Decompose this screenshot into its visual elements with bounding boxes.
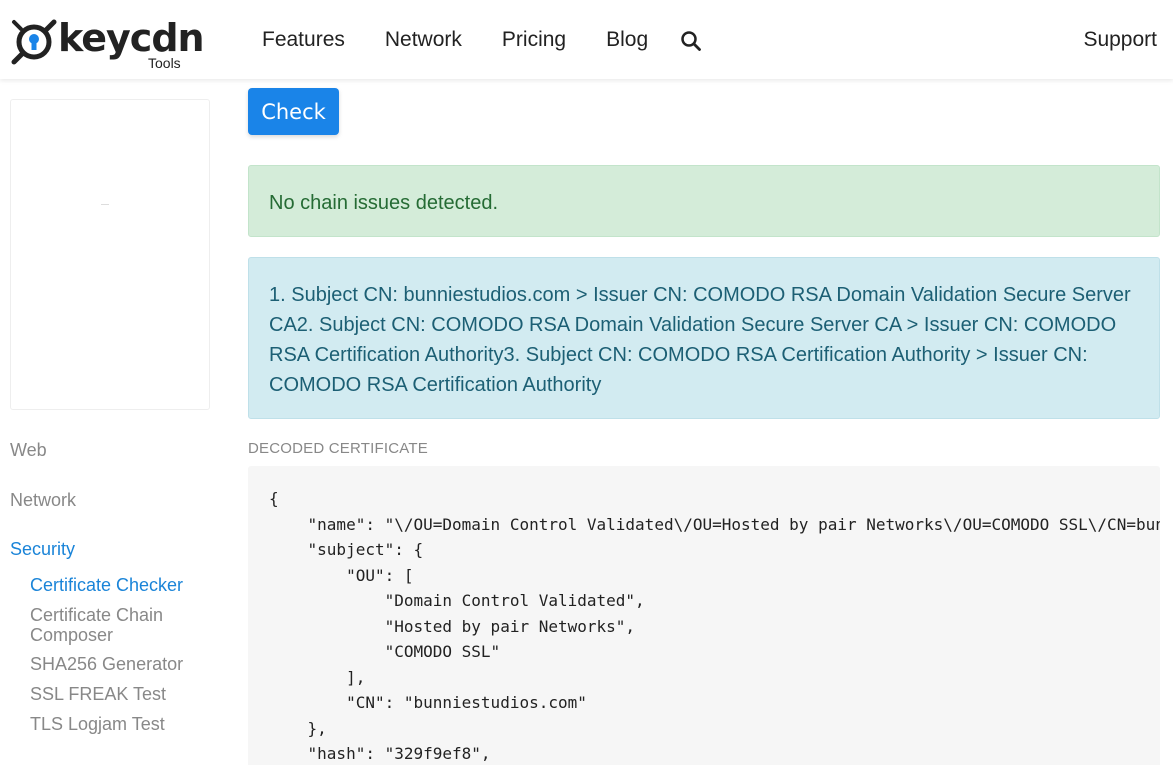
decoded-certificate-code: { "name": "\/OU=Domain Control Validated… (248, 466, 1160, 765)
sidebar-item-tls-logjam-test[interactable]: TLS Logjam Test (30, 714, 210, 734)
logo-subtitle: Tools (148, 55, 181, 71)
decoded-certificate-label: DECODED CERTIFICATE (248, 440, 428, 457)
check-button[interactable]: Check (248, 88, 339, 135)
logo-wordmark: keycdn (58, 16, 205, 60)
nav-blog[interactable]: Blog (606, 26, 648, 54)
nav-features[interactable]: Features (262, 26, 345, 54)
nav-pricing[interactable]: Pricing (502, 26, 566, 54)
nav-support[interactable]: Support (1083, 26, 1157, 54)
sidebar-item-certificate-checker[interactable]: Certificate Checker (30, 575, 210, 595)
sidebar-ad-placeholder (10, 99, 210, 410)
sidebar-item-ssl-freak-test[interactable]: SSL FREAK Test (30, 684, 210, 704)
ad-dash (101, 204, 109, 205)
keyhole-logo-icon (11, 19, 57, 65)
keycdn-logo[interactable]: keycdn Tools (10, 12, 205, 71)
search-icon[interactable] (680, 30, 702, 52)
nav-network[interactable]: Network (385, 26, 462, 54)
sidebar-category-security[interactable]: Security (10, 539, 75, 560)
top-header: keycdn Tools Features Network Pricing Bl… (0, 0, 1173, 79)
main-nav: Features Network Pricing Blog (262, 26, 688, 54)
sidebar-item-sha256-generator[interactable]: SHA256 Generator (30, 654, 210, 674)
sidebar-category-network[interactable]: Network (10, 490, 76, 511)
chain-info-alert: 1. Subject CN: bunniestudios.com > Issue… (248, 257, 1160, 419)
chain-status-alert: No chain issues detected. (248, 165, 1160, 237)
decoded-certificate-json: { "name": "\/OU=Domain Control Validated… (269, 489, 1160, 763)
sidebar-item-certificate-chain-composer[interactable]: Certificate Chain Composer (30, 605, 210, 645)
sidebar-category-web[interactable]: Web (10, 440, 47, 461)
